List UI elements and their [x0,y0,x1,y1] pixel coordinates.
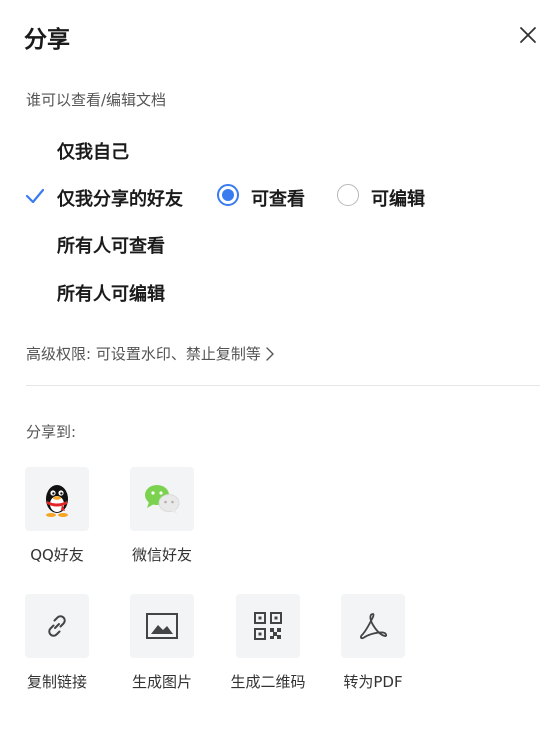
pdf-icon [360,613,388,640]
wechat-icon [145,485,180,514]
view-radio[interactable] [217,184,239,206]
checkmark-icon [25,188,45,204]
qq-icon [46,485,68,517]
page-title: 分享 [24,27,70,53]
edit-radio-label[interactable]: 可编辑 [371,185,425,211]
wechat-share-label: 微信好友 [131,546,192,564]
permission-option-label[interactable]: 所有人可查看 [57,232,165,258]
generate-image-button[interactable] [130,594,194,658]
close-icon[interactable] [517,24,539,46]
permission-option-only-me[interactable]: 仅我自己 [0,134,550,166]
permission-option-shared-friends[interactable]: 仅我分享的好友 可查看 可编辑 [0,181,550,213]
divider [26,385,540,386]
copy-link-label: 复制链接 [26,673,87,691]
permission-option-label[interactable]: 仅我分享的好友 [57,185,183,211]
permission-option-label[interactable]: 仅我自己 [57,138,129,164]
convert-pdf-button[interactable] [341,594,405,658]
generate-qrcode-button[interactable] [236,594,300,658]
permission-option-label[interactable]: 所有人可编辑 [57,280,165,306]
advanced-permissions-label: 高级权限: 可设置水印、禁止复制等 [26,345,261,363]
generate-qrcode-label: 生成二维码 [230,673,306,691]
chevron-right-icon [266,346,274,361]
permission-option-anyone-view[interactable]: 所有人可查看 [0,228,550,260]
permission-section-label: 谁可以查看/编辑文档 [26,91,167,109]
generate-image-label: 生成图片 [131,673,192,691]
qq-share-label: QQ好友 [30,546,84,564]
qq-share-button[interactable] [25,467,89,531]
share-to-label: 分享到: [26,423,77,441]
wechat-share-button[interactable] [130,467,194,531]
image-icon [146,613,178,639]
edit-radio[interactable] [337,184,359,206]
permission-option-anyone-edit[interactable]: 所有人可编辑 [0,276,550,308]
convert-pdf-label: 转为PDF [343,673,403,691]
link-icon [48,615,66,637]
copy-link-button[interactable] [25,594,89,658]
view-radio-label[interactable]: 可查看 [251,185,305,211]
advanced-permissions-link[interactable]: 高级权限: 可设置水印、禁止复制等 [26,343,275,364]
qrcode-icon [254,612,282,640]
